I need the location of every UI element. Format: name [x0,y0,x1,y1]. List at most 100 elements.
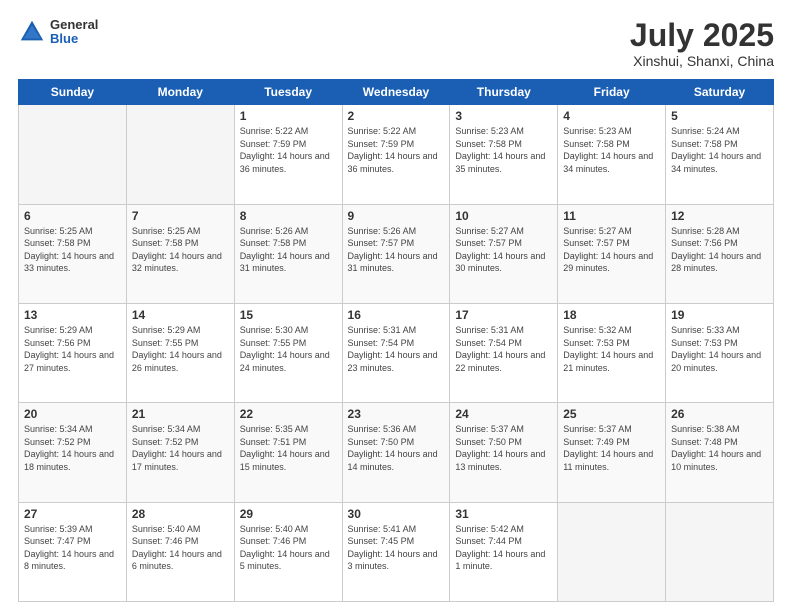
page: General Blue July 2025 Xinshui, Shanxi, … [0,0,792,612]
calendar-cell: 25 Sunrise: 5:37 AMSunset: 7:49 PMDayligh… [558,403,666,502]
calendar-cell: 18Sunrise: 5:32 AMSunset: 7:53 PMDayligh… [558,303,666,402]
day-number: 26 [671,407,768,421]
calendar-cell: 10 Sunrise: 5:27 AMSunset: 7:57 PMDayligh… [450,204,558,303]
day-info: Sunrise: 5:29 AMSunset: 7:56 PMDaylight:… [24,324,121,374]
calendar-cell: 5Sunrise: 5:24 AMSunset: 7:58 PMDaylight… [666,105,774,204]
day-number: 19 [671,308,768,322]
day-number: 30 [348,507,445,521]
day-number: 13 [24,308,121,322]
calendar-week-1: 6 Sunrise: 5:25 AMSunset: 7:58 PMDaylight… [19,204,774,303]
calendar-week-2: 13 Sunrise: 5:29 AMSunset: 7:56 PMDayligh… [19,303,774,402]
day-info: Sunrise: 5:25 AMSunset: 7:58 PMDaylight:… [24,225,121,275]
calendar-cell [19,105,127,204]
calendar-cell: 7Sunrise: 5:25 AMSunset: 7:58 PMDaylight… [126,204,234,303]
day-number: 22 [240,407,337,421]
calendar-cell: 23Sunrise: 5:36 AMSunset: 7:50 PMDayligh… [342,403,450,502]
day-number: 12 [671,209,768,223]
calendar-body: 1 Sunrise: 5:22 AMSunset: 7:59 PMDaylight… [19,105,774,602]
calendar-week-4: 27 Sunrise: 5:39 AMSunset: 7:47 PMDayligh… [19,502,774,601]
day-number: 23 [348,407,445,421]
calendar-cell: 15Sunrise: 5:30 AMSunset: 7:55 PMDayligh… [234,303,342,402]
day-header-thursday: Thursday [450,80,558,105]
day-number: 7 [132,209,229,223]
calendar-cell: 29 Sunrise: 5:40 AMSunset: 7:46 PMDayligh… [234,502,342,601]
day-number: 29 [240,507,337,521]
day-info: Sunrise: 5:23 AMSunset: 7:58 PMDaylight:… [563,125,660,175]
day-header-sunday: Sunday [19,80,127,105]
location: Xinshui, Shanxi, China [630,53,774,69]
calendar-cell [666,502,774,601]
calendar-cell: 8Sunrise: 5:26 AMSunset: 7:58 PMDaylight… [234,204,342,303]
day-number: 21 [132,407,229,421]
day-number: 31 [455,507,552,521]
calendar-cell [558,502,666,601]
day-info: Sunrise: 5:30 AMSunset: 7:55 PMDaylight:… [240,324,337,374]
days-header-row: SundayMondayTuesdayWednesdayThursdayFrid… [19,80,774,105]
calendar-cell: 2 Sunrise: 5:22 AMSunset: 7:59 PMDaylight… [342,105,450,204]
calendar-cell: 28Sunrise: 5:40 AMSunset: 7:46 PMDayligh… [126,502,234,601]
day-header-friday: Friday [558,80,666,105]
header: General Blue July 2025 Xinshui, Shanxi, … [18,18,774,69]
calendar-cell: 27 Sunrise: 5:39 AMSunset: 7:47 PMDayligh… [19,502,127,601]
day-number: 27 [24,507,121,521]
day-info: Sunrise: 5:37 AMSunset: 7:49 PMDaylight:… [563,423,660,473]
day-info: Sunrise: 5:34 AMSunset: 7:52 PMDaylight:… [132,423,229,473]
calendar-cell: 30Sunrise: 5:41 AMSunset: 7:45 PMDayligh… [342,502,450,601]
day-number: 14 [132,308,229,322]
day-info: Sunrise: 5:24 AMSunset: 7:58 PMDaylight:… [671,125,768,175]
day-header-saturday: Saturday [666,80,774,105]
logo-icon [18,18,46,46]
day-number: 10 [455,209,552,223]
day-number: 8 [240,209,337,223]
logo-general: General [50,18,98,32]
day-info: Sunrise: 5:40 AMSunset: 7:46 PMDaylight:… [240,523,337,573]
calendar-cell: 9 Sunrise: 5:26 AMSunset: 7:57 PMDaylight… [342,204,450,303]
day-number: 20 [24,407,121,421]
calendar-cell: 6 Sunrise: 5:25 AMSunset: 7:58 PMDaylight… [19,204,127,303]
day-info: Sunrise: 5:27 AMSunset: 7:57 PMDaylight:… [455,225,552,275]
day-number: 6 [24,209,121,223]
day-header-wednesday: Wednesday [342,80,450,105]
day-number: 4 [563,109,660,123]
calendar-cell: 13 Sunrise: 5:29 AMSunset: 7:56 PMDayligh… [19,303,127,402]
calendar-cell: 4 Sunrise: 5:23 AMSunset: 7:58 PMDaylight… [558,105,666,204]
calendar-cell: 31 Sunrise: 5:42 AMSunset: 7:44 PMDayligh… [450,502,558,601]
month-title: July 2025 [630,18,774,53]
day-info: Sunrise: 5:38 AMSunset: 7:48 PMDaylight:… [671,423,768,473]
day-info: Sunrise: 5:39 AMSunset: 7:47 PMDaylight:… [24,523,121,573]
title-block: July 2025 Xinshui, Shanxi, China [630,18,774,69]
day-info: Sunrise: 5:22 AMSunset: 7:59 PMDaylight:… [240,125,337,175]
calendar-cell: 11Sunrise: 5:27 AMSunset: 7:57 PMDayligh… [558,204,666,303]
day-info: Sunrise: 5:42 AMSunset: 7:44 PMDaylight:… [455,523,552,573]
calendar-cell: 14Sunrise: 5:29 AMSunset: 7:55 PMDayligh… [126,303,234,402]
day-info: Sunrise: 5:23 AMSunset: 7:58 PMDaylight:… [455,125,552,175]
calendar-week-0: 1 Sunrise: 5:22 AMSunset: 7:59 PMDaylight… [19,105,774,204]
day-number: 17 [455,308,552,322]
calendar-cell: 19 Sunrise: 5:33 AMSunset: 7:53 PMDayligh… [666,303,774,402]
day-info: Sunrise: 5:40 AMSunset: 7:46 PMDaylight:… [132,523,229,573]
calendar-cell: 20Sunrise: 5:34 AMSunset: 7:52 PMDayligh… [19,403,127,502]
day-number: 1 [240,109,337,123]
calendar-header: SundayMondayTuesdayWednesdayThursdayFrid… [19,80,774,105]
day-number: 25 [563,407,660,421]
calendar-cell [126,105,234,204]
calendar-cell: 1 Sunrise: 5:22 AMSunset: 7:59 PMDaylight… [234,105,342,204]
day-number: 9 [348,209,445,223]
calendar-cell: 26 Sunrise: 5:38 AMSunset: 7:48 PMDayligh… [666,403,774,502]
day-info: Sunrise: 5:35 AMSunset: 7:51 PMDaylight:… [240,423,337,473]
calendar-cell: 21 Sunrise: 5:34 AMSunset: 7:52 PMDayligh… [126,403,234,502]
calendar-table: SundayMondayTuesdayWednesdayThursdayFrid… [18,79,774,602]
calendar-cell: 12Sunrise: 5:28 AMSunset: 7:56 PMDayligh… [666,204,774,303]
day-number: 24 [455,407,552,421]
calendar-cell: 22 Sunrise: 5:35 AMSunset: 7:51 PMDayligh… [234,403,342,502]
day-info: Sunrise: 5:31 AMSunset: 7:54 PMDaylight:… [348,324,445,374]
day-header-tuesday: Tuesday [234,80,342,105]
day-info: Sunrise: 5:26 AMSunset: 7:57 PMDaylight:… [348,225,445,275]
day-info: Sunrise: 5:37 AMSunset: 7:50 PMDaylight:… [455,423,552,473]
day-number: 2 [348,109,445,123]
day-number: 16 [348,308,445,322]
day-info: Sunrise: 5:33 AMSunset: 7:53 PMDaylight:… [671,324,768,374]
calendar-cell: 16 Sunrise: 5:31 AMSunset: 7:54 PMDayligh… [342,303,450,402]
logo: General Blue [18,18,98,47]
day-info: Sunrise: 5:22 AMSunset: 7:59 PMDaylight:… [348,125,445,175]
